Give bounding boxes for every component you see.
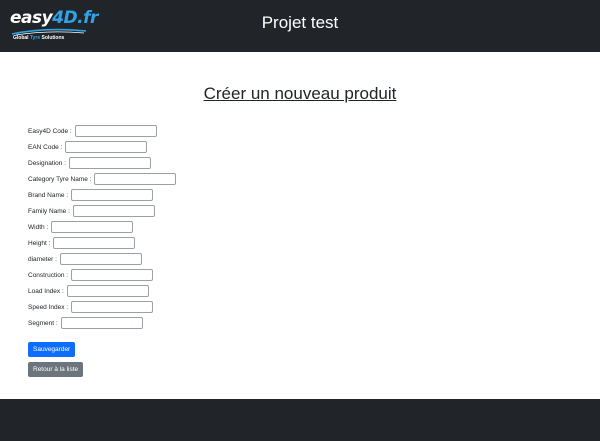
field-brand-name: Brand Name :: [28, 188, 154, 202]
height-input[interactable]: [53, 237, 136, 249]
save-button[interactable]: Sauvegarder: [28, 342, 76, 357]
top-navbar: easy4D.fr Global Tyre Solutions Projet t…: [0, 0, 600, 52]
field-ean-code: EAN Code :: [28, 140, 148, 154]
field-label: Category Tyre Name :: [28, 175, 92, 183]
category-tyre-name-input[interactable]: [94, 173, 177, 185]
designation-input[interactable]: [68, 157, 151, 169]
field-family-name: Family Name :: [28, 204, 155, 218]
field-label: Designation :: [28, 159, 66, 167]
field-label: Speed Index :: [28, 303, 69, 311]
back-to-list-button[interactable]: Retour à la liste: [28, 362, 84, 377]
field-label: Height :: [28, 239, 51, 247]
field-label: Family Name :: [28, 207, 70, 215]
easy4d-code-input[interactable]: [74, 125, 157, 137]
load-index-input[interactable]: [66, 285, 149, 297]
field-label: Width :: [28, 223, 49, 231]
field-easy4d-code: Easy4D Code :: [28, 124, 157, 138]
diameter-input[interactable]: [59, 253, 142, 265]
brand-name-input[interactable]: [71, 189, 154, 201]
width-input[interactable]: [51, 221, 134, 233]
field-diameter: diameter :: [28, 252, 142, 266]
logo-tagline: Global Tyre Solutions: [13, 35, 65, 41]
field-segment: Segment :: [28, 316, 143, 330]
field-label: Load Index :: [28, 287, 64, 295]
field-label: Construction :: [28, 271, 69, 279]
page-title: Créer un nouveau produit: [203, 84, 397, 103]
construction-input[interactable]: [71, 269, 154, 281]
field-height: Height :: [28, 236, 136, 250]
field-label: diameter :: [28, 255, 57, 263]
app-title: Projet test: [261, 13, 339, 32]
footer: [0, 399, 600, 441]
field-label: EAN Code :: [28, 143, 63, 151]
ean-code-input[interactable]: [65, 141, 148, 153]
field-label: Brand Name :: [28, 191, 69, 199]
speed-index-input[interactable]: [71, 301, 154, 313]
field-width: Width :: [28, 220, 134, 234]
family-name-input[interactable]: [72, 205, 155, 217]
field-designation: Designation :: [28, 156, 151, 170]
segment-input[interactable]: [60, 317, 143, 329]
field-speed-index: Speed Index :: [28, 300, 154, 314]
field-construction: Construction :: [28, 268, 154, 282]
field-label: Segment :: [28, 319, 58, 327]
field-category-tyre-name: Category Tyre Name :: [28, 172, 177, 186]
field-load-index: Load Index :: [28, 284, 149, 298]
field-label: Easy4D Code :: [28, 127, 72, 135]
